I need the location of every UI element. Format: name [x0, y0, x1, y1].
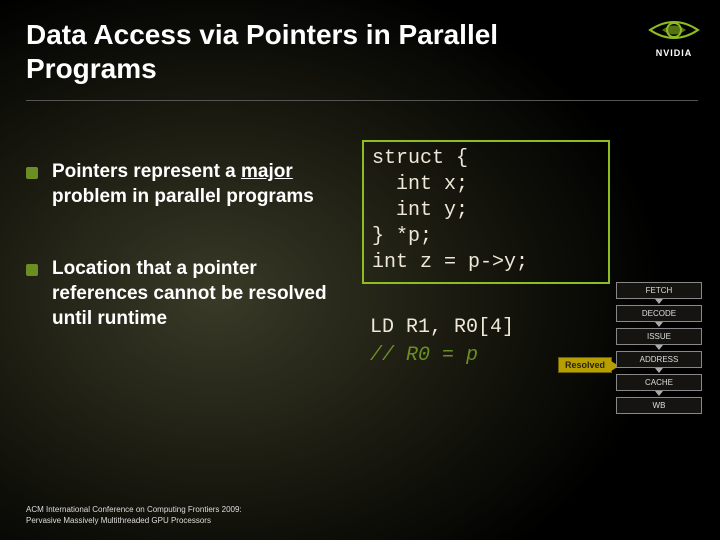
- assembly-block: LD R1, R0[4] // R0 = p: [370, 314, 514, 370]
- bullet-list: Pointers represent a major problem in pa…: [52, 160, 332, 379]
- pipeline-stage: ISSUE: [616, 328, 702, 345]
- brand-text: NVIDIA: [648, 48, 700, 58]
- bullet-text-post: problem in parallel programs: [52, 186, 314, 207]
- pipeline-diagram: FETCH DECODE ISSUE ADDRESS CACHE WB: [616, 282, 702, 420]
- footer-line: ACM International Conference on Computin…: [26, 505, 242, 515]
- title-divider: [26, 100, 698, 101]
- pipeline-stage: WB: [616, 397, 702, 414]
- footer-line: Pervasive Massively Multithreaded GPU Pr…: [26, 516, 242, 526]
- code-line: int y;: [372, 198, 600, 224]
- pipeline-stage: CACHE: [616, 374, 702, 391]
- code-line: } *p;: [372, 224, 600, 250]
- resolved-label: Resolved: [558, 357, 612, 373]
- asm-line: LD R1, R0[4]: [370, 314, 514, 342]
- brand-logo: NVIDIA: [648, 14, 700, 58]
- bullet-text-pre: Pointers represent a: [52, 161, 241, 182]
- pipeline-stage: ADDRESS: [616, 351, 702, 368]
- code-block: struct { int x; int y; } *p; int z = p->…: [362, 140, 610, 284]
- asm-comment: // R0 = p: [370, 342, 514, 370]
- bullet-item: Pointers represent a major problem in pa…: [52, 160, 332, 209]
- code-line: struct {: [372, 146, 600, 172]
- code-line: int x;: [372, 172, 600, 198]
- bullet-text: Location that a pointer references canno…: [52, 258, 327, 328]
- footer-citation: ACM International Conference on Computin…: [26, 505, 242, 526]
- slide-title: Data Access via Pointers in Parallel Pro…: [26, 18, 546, 85]
- bullet-text-under: major: [241, 161, 293, 182]
- nvidia-eye-icon: [648, 14, 700, 46]
- bullet-item: Location that a pointer references canno…: [52, 257, 332, 331]
- pipeline-stage: FETCH: [616, 282, 702, 299]
- code-line: int z = p->y;: [372, 250, 600, 276]
- pipeline-stage: DECODE: [616, 305, 702, 322]
